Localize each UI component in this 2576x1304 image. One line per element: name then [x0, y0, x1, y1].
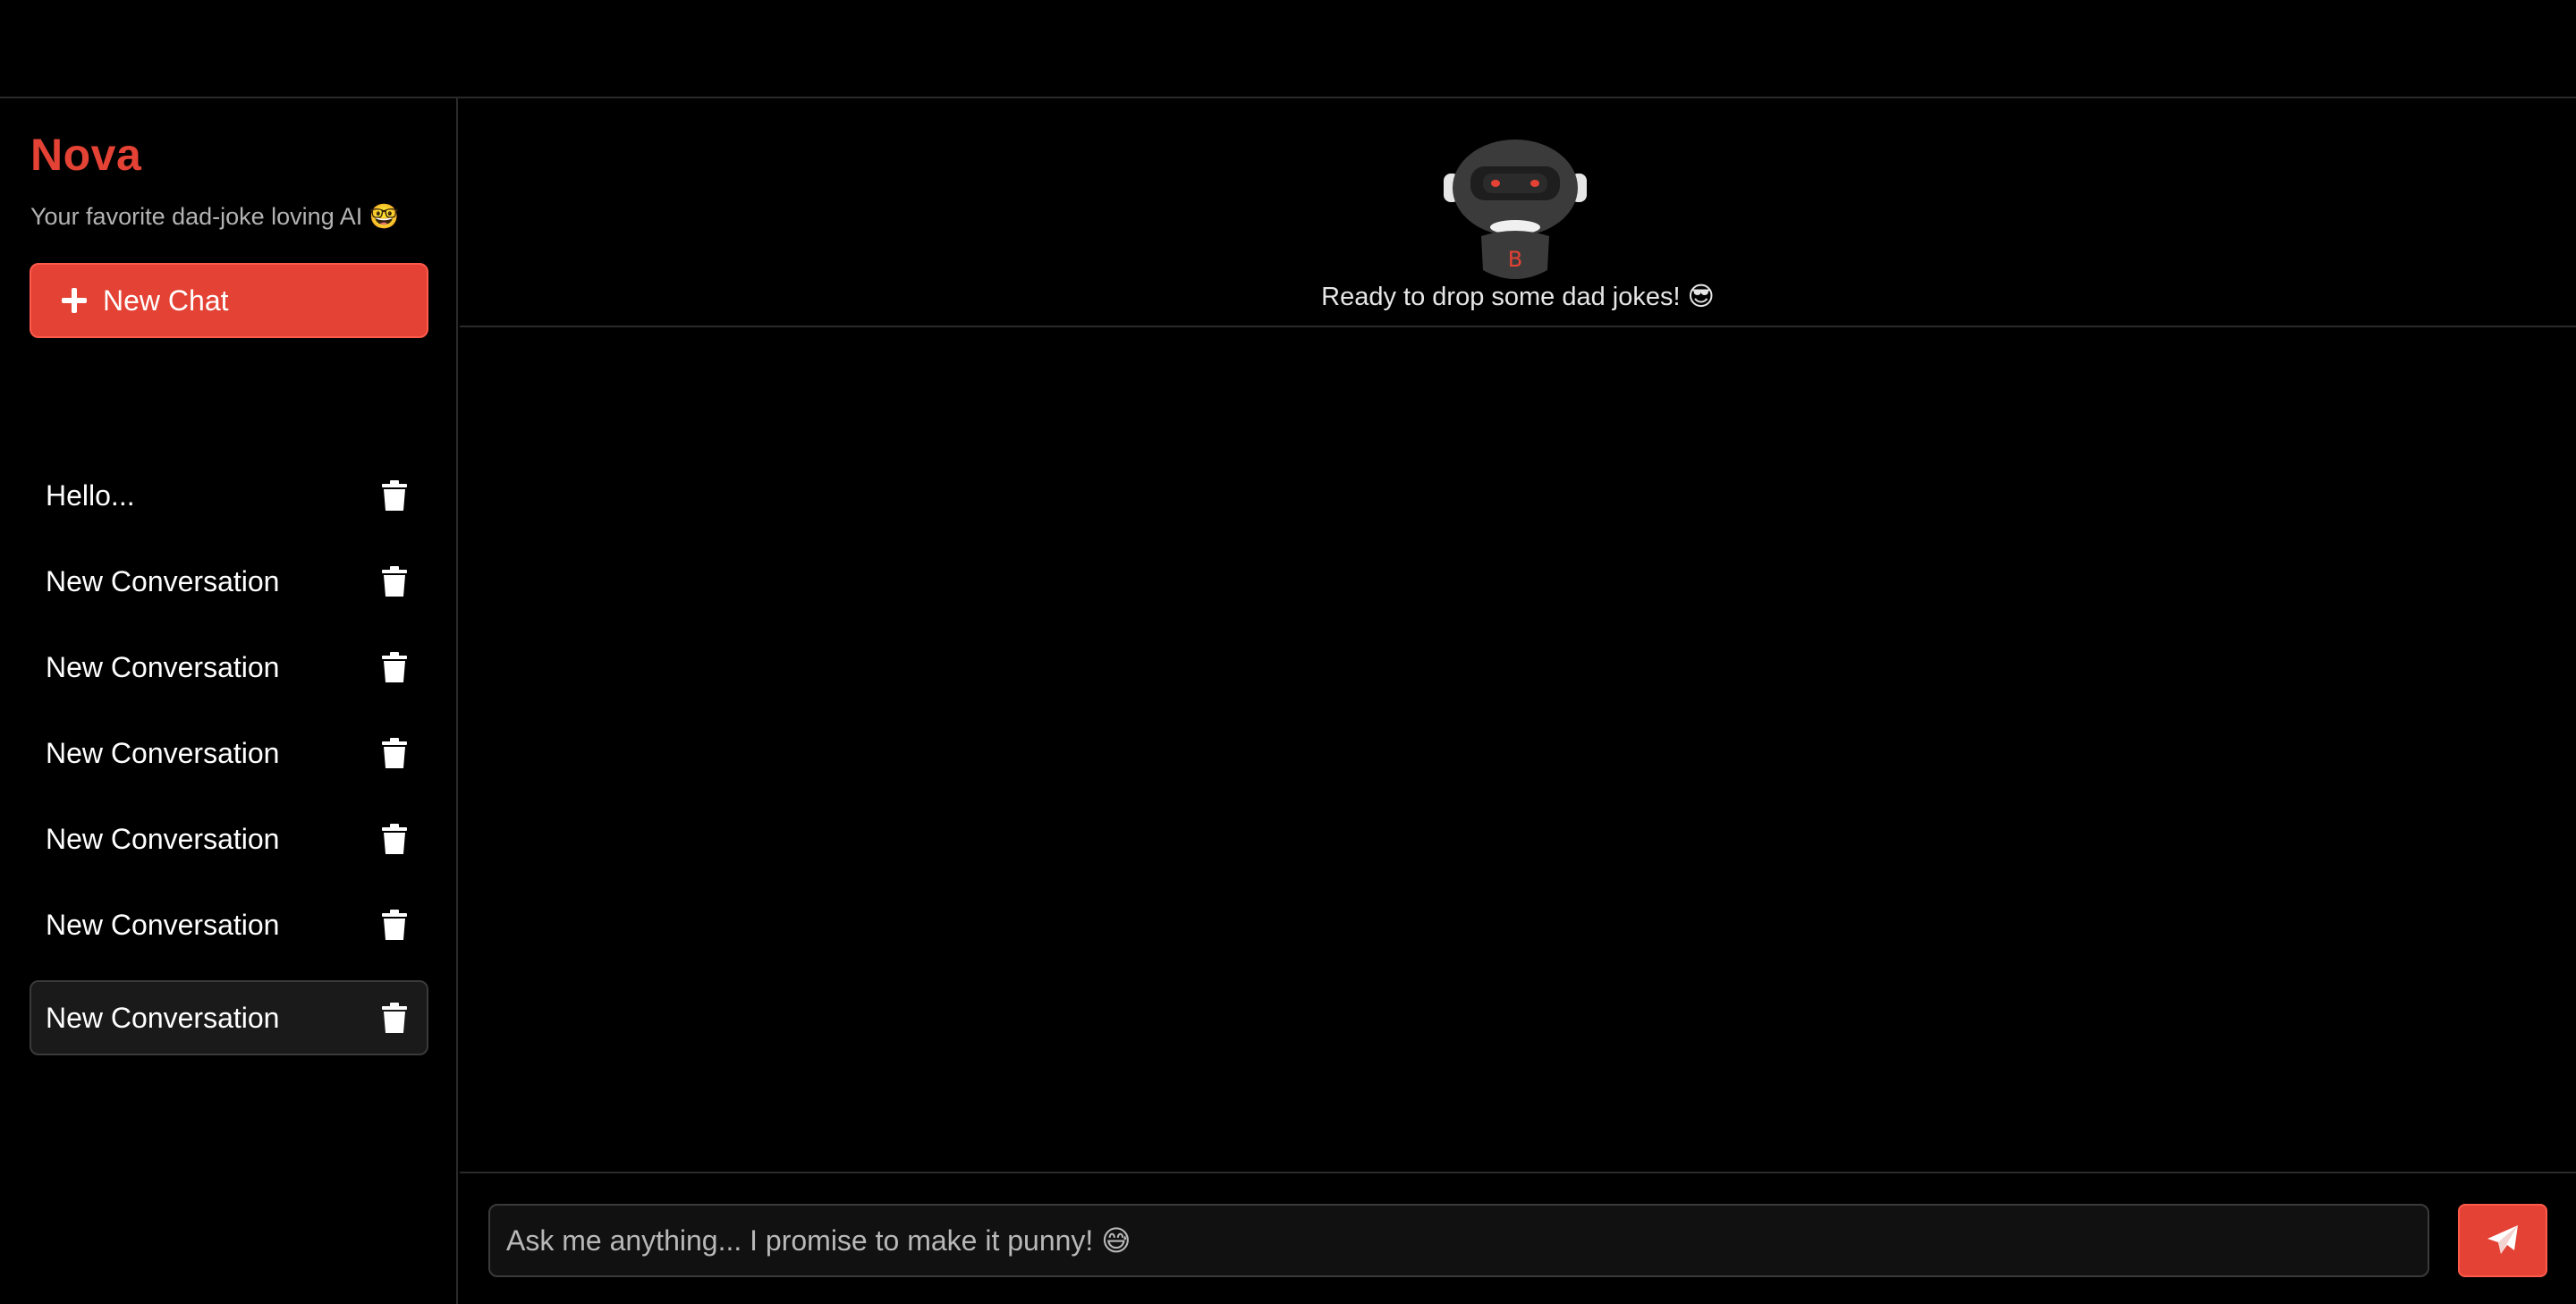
- conversation-item[interactable]: New Conversation: [30, 544, 428, 619]
- trash-icon[interactable]: [382, 1003, 407, 1033]
- chat-main: B Ready to drop some dad jokes! 😎: [460, 98, 2576, 1304]
- conversation-item[interactable]: Hello...: [30, 458, 428, 533]
- conversation-title: New Conversation: [46, 1001, 280, 1034]
- conversation-title: New Conversation: [46, 736, 280, 769]
- trash-icon[interactable]: [382, 738, 407, 768]
- conversation-item-active[interactable]: New Conversation: [30, 980, 428, 1055]
- svg-text:B: B: [1508, 247, 1522, 272]
- conversation-title: Hello...: [46, 478, 135, 512]
- conversation-item[interactable]: New Conversation: [30, 716, 428, 791]
- status-text: Ready to drop some dad jokes! 😎: [1321, 283, 1715, 311]
- conversation-title: New Conversation: [46, 564, 280, 597]
- paper-plane-icon: [2487, 1225, 2518, 1254]
- app-title: Nova: [30, 130, 142, 180]
- conversation-title: New Conversation: [46, 908, 280, 941]
- trash-icon[interactable]: [382, 566, 407, 597]
- app-tagline: Your favorite dad-joke loving AI 🤓: [30, 203, 400, 230]
- top-bar: [0, 0, 2576, 98]
- trash-icon[interactable]: [382, 652, 407, 682]
- trash-icon[interactable]: [382, 480, 407, 511]
- conversation-title: New Conversation: [46, 650, 280, 683]
- conversation-title: New Conversation: [46, 822, 280, 855]
- conversation-item[interactable]: New Conversation: [30, 801, 428, 876]
- trash-icon[interactable]: [382, 824, 407, 854]
- conversation-item[interactable]: New Conversation: [30, 887, 428, 962]
- new-chat-label: New Chat: [103, 284, 229, 317]
- composer: [460, 1172, 2576, 1304]
- message-area[interactable]: [460, 329, 2576, 1272]
- trash-icon[interactable]: [382, 910, 407, 940]
- new-chat-button[interactable]: New Chat: [30, 263, 428, 338]
- chat-header: B Ready to drop some dad jokes! 😎: [460, 98, 2576, 327]
- send-button[interactable]: [2458, 1204, 2547, 1277]
- app-window: Nova Your favorite dad-joke loving AI 🤓 …: [0, 0, 2576, 1304]
- plus-icon: [62, 288, 87, 313]
- message-input[interactable]: [488, 1204, 2429, 1277]
- robot-icon: B: [1444, 136, 1587, 288]
- sidebar: Nova Your favorite dad-joke loving AI 🤓 …: [0, 98, 458, 1304]
- conversation-item[interactable]: New Conversation: [30, 630, 428, 705]
